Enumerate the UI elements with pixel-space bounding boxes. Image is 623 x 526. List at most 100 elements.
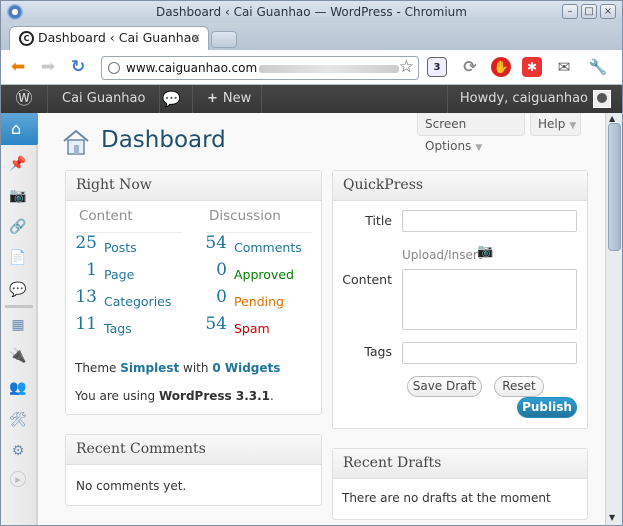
bookmark-star-icon[interactable]: ☆ — [399, 57, 414, 78]
screen-options-button[interactable]: Screen Options ▼ — [417, 113, 525, 153]
recent-comments-widget: Recent Comments — [65, 434, 322, 506]
discussion-label-link[interactable]: Spam — [234, 321, 270, 336]
url-redaction — [259, 64, 400, 73]
admin-side-menu: ⌂ 📌 📷 🔗 📄 💬 ▦ 🔌 👥 🛠 ⚙ ▸ — [1, 113, 47, 525]
scroll-down-arrow-icon[interactable]: ▼ — [609, 513, 615, 522]
back-arrow-icon[interactable]: ⬅ — [11, 57, 25, 77]
extension-counter-icon[interactable]: 3 — [427, 57, 447, 77]
reset-button[interactable]: Reset — [494, 376, 544, 397]
discussion-count[interactable]: 54 — [201, 314, 227, 334]
window-title: Dashboard ‹ Cai Guanhao — WordPress - Ch… — [156, 5, 467, 19]
discussion-count[interactable]: 0 — [201, 260, 227, 280]
menu-links-chain-icon[interactable]: 🔗 — [7, 216, 29, 238]
menu-comments-bubble-icon[interactable]: 💬 — [7, 279, 29, 301]
extension-stop-icon[interactable]: ✋ — [491, 57, 511, 77]
quickpress-title[interactable]: QuickPress — [333, 171, 587, 201]
tags-label: Tags — [364, 344, 392, 359]
tab-title: Dashboard ‹ Cai Guanhao — [38, 30, 200, 45]
page-scrollbar[interactable]: ▲ ▼ — [605, 113, 622, 525]
extension-sync-icon[interactable]: ⟳ — [460, 57, 480, 77]
discussion-count[interactable]: 0 — [201, 287, 227, 307]
menu-separator — [5, 305, 33, 308]
discussion-label-link[interactable]: Pending — [234, 294, 284, 309]
menu-tools-icon[interactable]: 🛠 — [7, 409, 29, 431]
new-tab-button[interactable] — [211, 31, 237, 48]
discussion-count[interactable]: 54 — [201, 233, 227, 253]
content-label-link[interactable]: Categories — [104, 294, 171, 309]
version-prefix: You are using — [75, 389, 156, 403]
wordpress-logo-icon[interactable]: Ⓦ — [1, 85, 48, 113]
wordpress-version: WordPress 3.3.1 — [158, 389, 271, 403]
content-count[interactable]: 13 — [71, 287, 97, 307]
chromium-app-icon — [7, 4, 23, 20]
quickpress-content-textarea[interactable] — [402, 269, 577, 330]
title-bar: Dashboard ‹ Cai Guanhao — WordPress - Ch… — [1, 1, 622, 23]
upload-insert-label: Upload/Insert — [402, 248, 483, 262]
recent-drafts-title[interactable]: Recent Drafts — [333, 449, 587, 479]
tab-close-icon[interactable]: × — [191, 27, 201, 49]
maximize-button[interactable]: □ — [581, 4, 597, 19]
content-label-link[interactable]: Posts — [104, 240, 137, 255]
close-window-button[interactable]: × — [600, 4, 616, 19]
tab-strip: C Dashboard ‹ Cai Guanhao × — [1, 23, 622, 50]
my-account-menu[interactable]: Howdy, caiguanhao — [446, 85, 622, 113]
forward-arrow-icon[interactable]: ➡ — [41, 57, 55, 77]
minimize-button[interactable]: – — [562, 4, 578, 19]
menu-pages-page-icon[interactable]: 📄 — [7, 247, 29, 269]
scroll-up-arrow-icon[interactable]: ▲ — [609, 114, 615, 123]
version-suffix: . — [270, 389, 274, 403]
content-count[interactable]: 25 — [71, 233, 97, 253]
collapse-menu-icon[interactable]: ▸ — [10, 471, 26, 487]
address-url: www.caiguanhao.com — [126, 61, 258, 75]
menu-settings-sliders-icon[interactable]: ⚙ — [7, 440, 29, 462]
chevron-down-icon: ▼ — [569, 121, 577, 131]
new-label: New — [222, 91, 252, 106]
title-label: Title — [365, 213, 392, 228]
right-now-widget: Right Now — [65, 170, 322, 415]
content-count[interactable]: 11 — [71, 314, 97, 334]
menu-appearance-layout-icon[interactable]: ▦ — [7, 314, 29, 336]
plus-icon: + — [207, 91, 218, 106]
scrollbar-thumb[interactable] — [608, 123, 621, 251]
dashboard-house-icon — [63, 129, 89, 155]
widgets-link[interactable]: 0 Widgets — [212, 361, 280, 375]
theme-with-text: with — [183, 361, 209, 375]
extension-asterisk-icon[interactable]: ✱ — [522, 57, 542, 77]
browser-tab[interactable]: C Dashboard ‹ Cai Guanhao × — [9, 26, 209, 50]
quickpress-title-input[interactable] — [402, 210, 577, 232]
menu-posts-pin-icon[interactable]: 📌 — [7, 153, 29, 175]
discussion-label-link[interactable]: Comments — [234, 240, 302, 255]
version-line: You are using WordPress 3.3.1. — [75, 389, 274, 403]
comments-bubble-icon[interactable]: 💬 — [151, 85, 193, 113]
howdy-label: Howdy, caiguanhao — [459, 91, 588, 106]
discussion-label-link[interactable]: Approved — [234, 267, 294, 282]
content-subheading: Content — [79, 208, 133, 224]
theme-name-link[interactable]: Simplest — [120, 361, 179, 375]
discussion-subheading: Discussion — [209, 208, 281, 224]
content-label-link[interactable]: Tags — [104, 321, 132, 336]
right-now-title[interactable]: Right Now — [66, 171, 321, 201]
content-count[interactable]: 1 — [71, 260, 97, 280]
screen-options-label: Screen Options — [425, 117, 472, 153]
globe-icon — [108, 62, 120, 74]
content-label-link[interactable]: Page — [104, 267, 134, 282]
menu-media-camera-icon[interactable]: 📷 — [7, 185, 29, 207]
wp-admin-bar: Ⓦ Cai Guanhao 💬 + New Howdy, caiguanhao — [1, 85, 622, 113]
wrench-menu-icon[interactable]: 🔧 — [588, 57, 608, 77]
recent-comments-title[interactable]: Recent Comments — [66, 435, 321, 465]
chevron-down-icon: ▼ — [475, 143, 483, 153]
help-button[interactable]: Help ▼ — [530, 113, 581, 136]
publish-button[interactable]: Publish — [517, 397, 577, 418]
menu-plugins-plug-icon[interactable]: 🔌 — [7, 345, 29, 367]
menu-users-people-icon[interactable]: 👥 — [7, 377, 29, 399]
new-content-menu[interactable]: + New — [193, 85, 263, 113]
reload-icon[interactable]: ↻ — [71, 57, 85, 77]
save-draft-button[interactable]: Save Draft — [407, 376, 482, 397]
upload-camera-icon[interactable]: 📷 — [477, 244, 493, 259]
gmail-checker-icon[interactable]: ✉ — [554, 57, 574, 77]
site-name-link[interactable]: Cai Guanhao — [48, 85, 161, 113]
quickpress-tags-input[interactable] — [402, 342, 577, 364]
theme-line: Theme Simplest with 0 Widgets — [75, 361, 280, 375]
address-bar[interactable]: www.caiguanhao.com ☆ — [101, 56, 419, 80]
recent-drafts-widget: Recent Drafts — [332, 448, 588, 520]
